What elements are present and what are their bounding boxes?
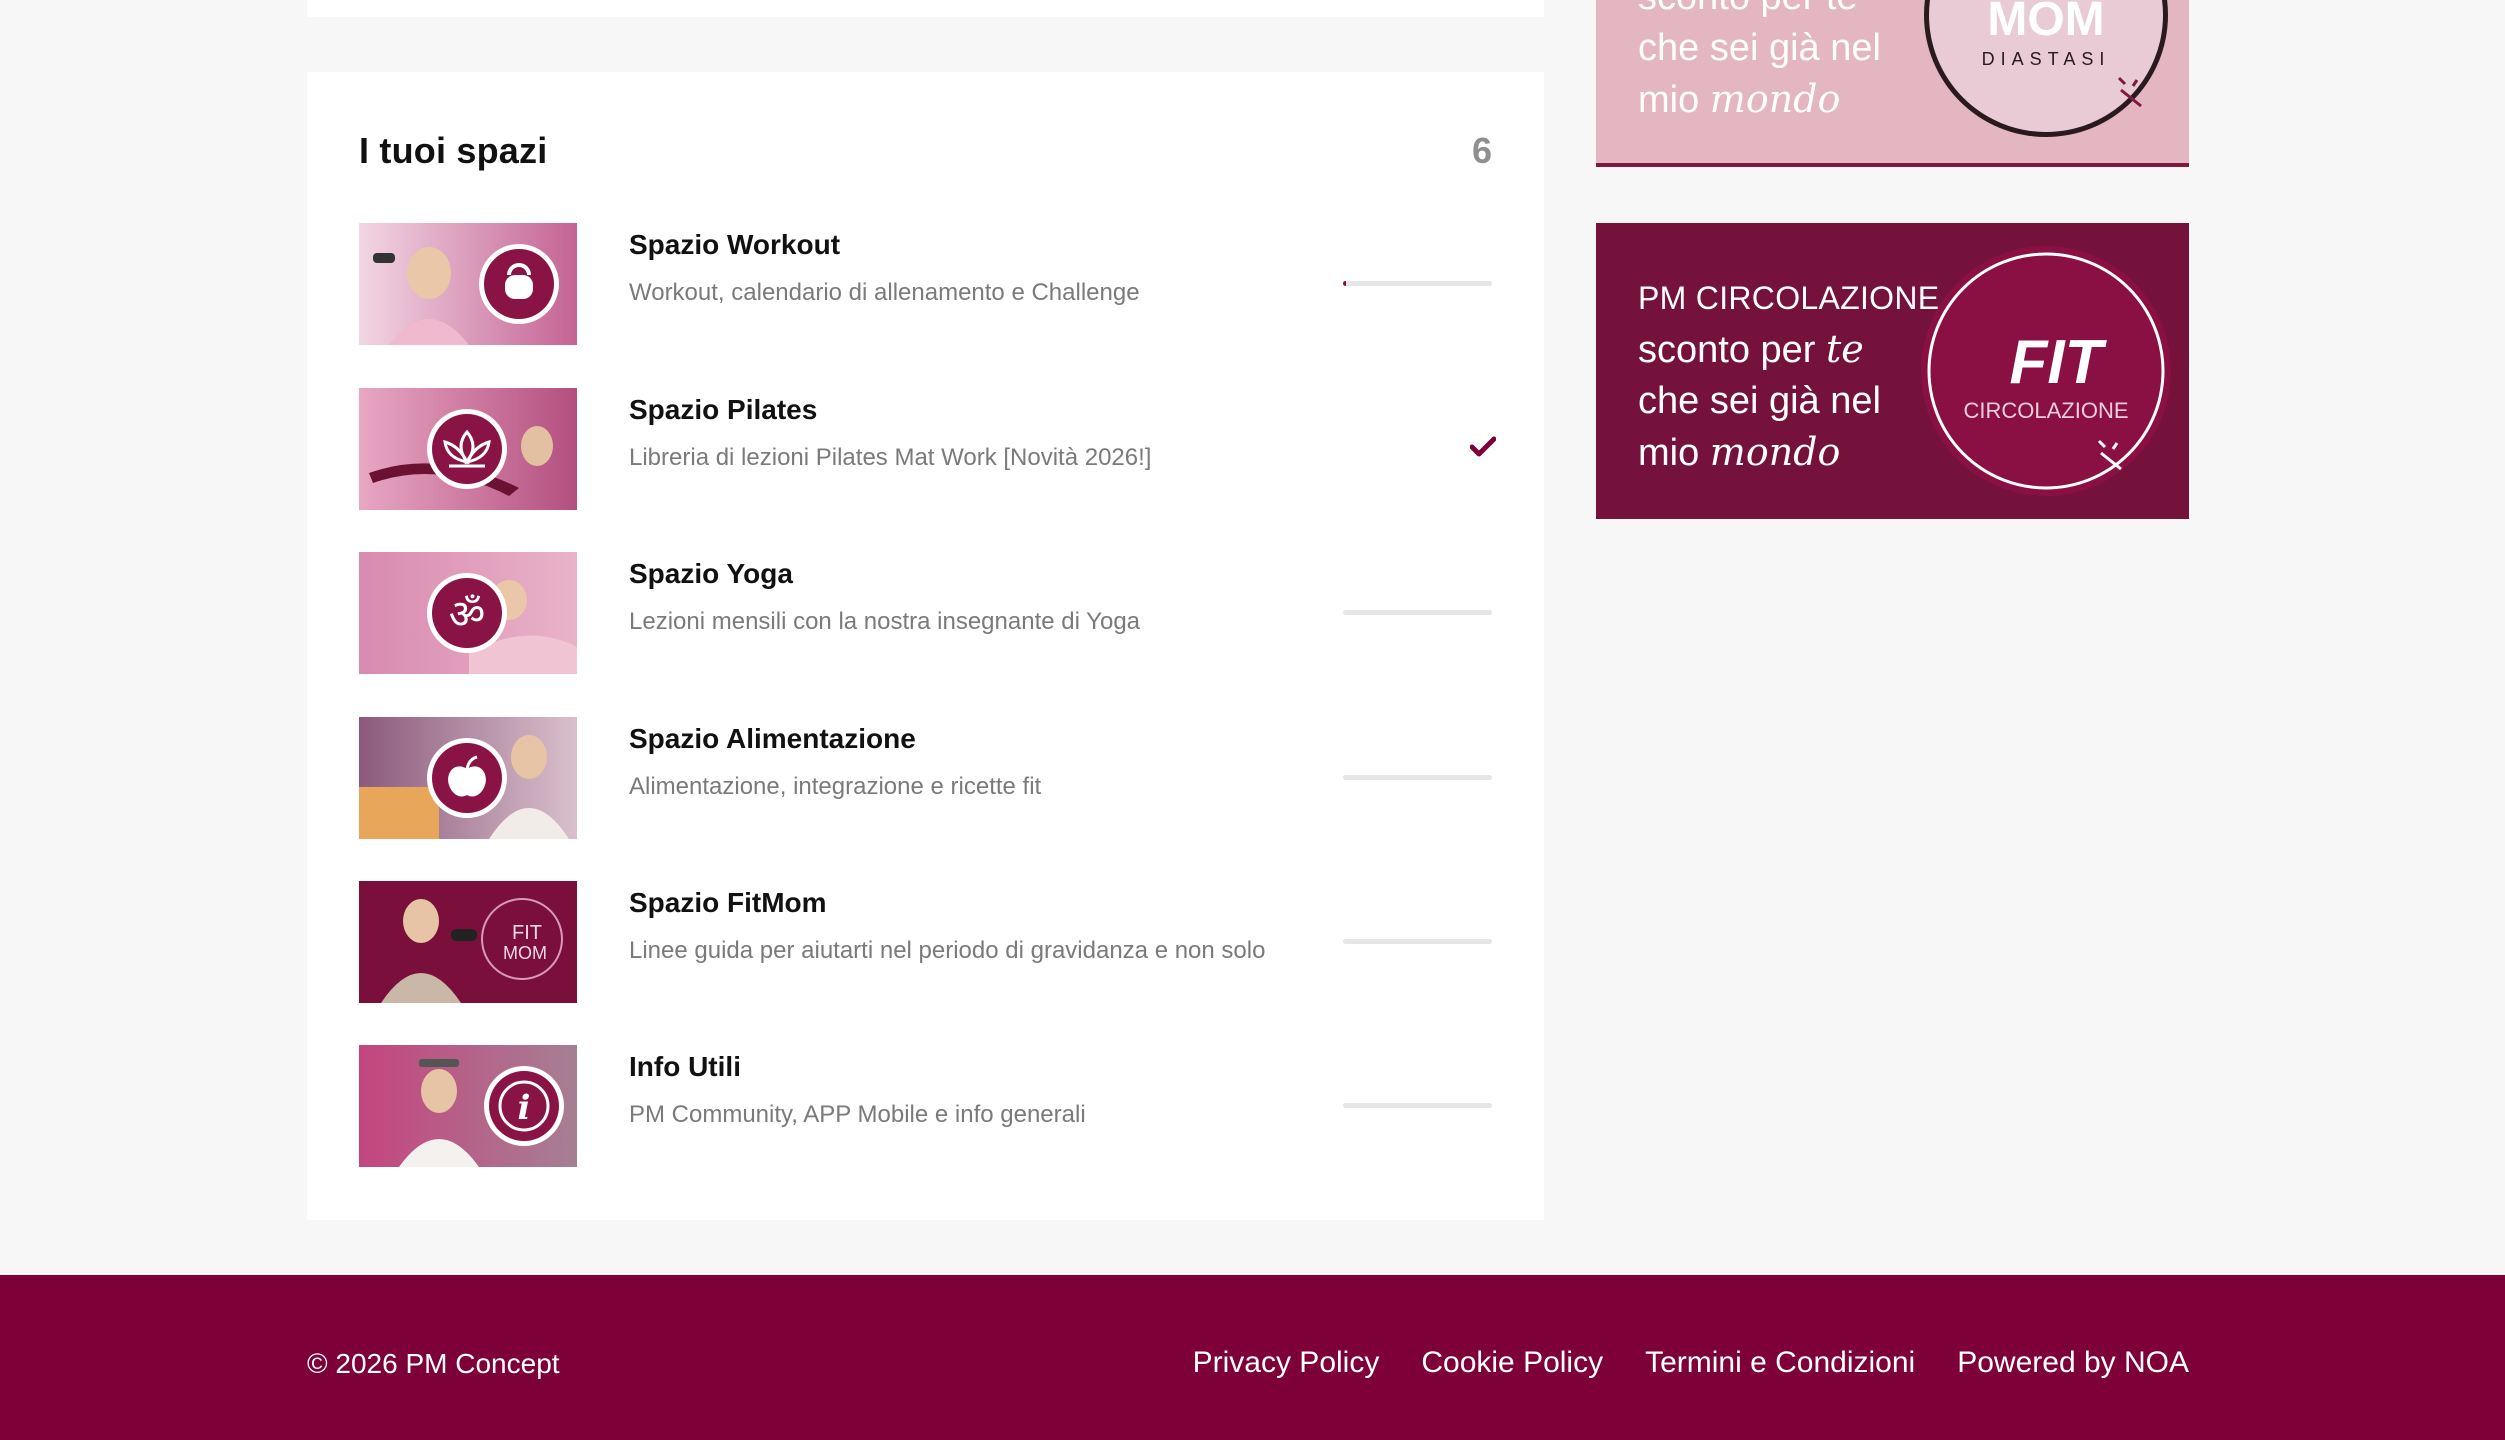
- banner-line: mio mondo: [1638, 430, 1841, 474]
- space-row-yoga[interactable]: ॐ Spazio Yoga Lezioni mensili con la nos…: [359, 552, 1492, 674]
- svg-text:FIT: FIT: [2010, 328, 2108, 397]
- mom-diastasi-logo-icon: MOM DIASTASI: [1924, 0, 2168, 137]
- space-row-pilates[interactable]: Spazio Pilates Libreria di lezioni Pilat…: [359, 388, 1496, 510]
- space-description: Lezioni mensili con la nostra insegnante…: [629, 608, 1141, 635]
- svg-text:CIRCOLAZIONE: CIRCOLAZIONE: [1963, 398, 2128, 423]
- banner-label: PM CIRCOLAZIONE: [1638, 280, 1940, 316]
- space-description: Alimentazione, integrazione e ricette fi…: [629, 773, 1042, 800]
- svg-text:MOM: MOM: [503, 943, 547, 963]
- space-thumbnail[interactable]: FIT MOM: [359, 881, 577, 1003]
- space-description: Linee guida per aiutarti nel periodo di …: [629, 937, 1266, 964]
- om-icon: ॐ: [449, 592, 485, 638]
- space-description: Workout, calendario di allenamento e Cha…: [629, 279, 1140, 306]
- space-thumbnail[interactable]: i: [359, 1045, 577, 1167]
- svg-text:DIASTASI: DIASTASI: [1982, 49, 2111, 69]
- space-row-alimentazione[interactable]: Spazio Alimentazione Alimentazione, inte…: [359, 717, 1492, 839]
- svg-text:i: i: [518, 1088, 531, 1128]
- footer: © 2026 PM Concept Privacy Policy Cookie …: [0, 1275, 2505, 1440]
- space-title[interactable]: Info Utili: [629, 1051, 741, 1083]
- banner-fit-circolazione[interactable]: PM CIRCOLAZIONE sconto per te che sei gi…: [1596, 223, 2189, 519]
- space-thumbnail[interactable]: [359, 717, 577, 839]
- space-row-info-utili[interactable]: i Info Utili PM Community, APP Mobile e …: [359, 1045, 1492, 1167]
- page: I tuoi spazi 6 Spazio Workout Workout, c…: [0, 0, 2505, 1440]
- terms-link[interactable]: Termini e Condizioni: [1645, 1346, 1915, 1380]
- footer-links: Privacy Policy Cookie Policy Termini e C…: [1193, 1346, 2189, 1380]
- space-progress-bar: [1343, 775, 1492, 780]
- banner-text: PM CIRCOLAZIONE sconto per te che sei gi…: [1638, 273, 1939, 479]
- banner-line: che sei già nel: [1638, 380, 1881, 422]
- banner-line: che sei già nel: [1638, 27, 1881, 69]
- svg-text:FIT: FIT: [512, 922, 542, 944]
- banner-text: sconto per te che sei già nel mio mondo: [1638, 0, 1881, 126]
- space-thumbnail[interactable]: [359, 223, 577, 345]
- space-progress-fill: [1343, 281, 1346, 286]
- space-progress-bar: [1343, 939, 1492, 944]
- space-title[interactable]: Spazio Alimentazione: [629, 723, 916, 755]
- svg-text:MOM: MOM: [1987, 0, 2104, 46]
- powered-by-link[interactable]: Powered by NOA: [1957, 1346, 2189, 1380]
- checkmark-icon: [1470, 436, 1496, 457]
- footer-copyright: © 2026 PM Concept: [307, 1348, 560, 1379]
- space-progress-bar: [1343, 281, 1492, 286]
- space-row-workout[interactable]: Spazio Workout Workout, calendario di al…: [359, 223, 1492, 345]
- space-title[interactable]: Spazio Yoga: [629, 558, 793, 590]
- space-description: Libreria di lezioni Pilates Mat Work [No…: [629, 444, 1152, 471]
- spaces-count: 6: [1471, 130, 1492, 171]
- space-row-fitmom[interactable]: FIT MOM Spazio FitMom Linee guida per ai…: [359, 881, 1492, 1003]
- banner-mom-diastasi[interactable]: sconto per te che sei già nel mio mondo …: [1596, 0, 2189, 167]
- spaces-card: I tuoi spazi 6 Spazio Workout Workout, c…: [307, 72, 1544, 1220]
- space-description: PM Community, APP Mobile e info generali: [629, 1101, 1086, 1128]
- space-title[interactable]: Spazio Pilates: [629, 394, 817, 426]
- banner-line: mio mondo: [1638, 77, 1841, 121]
- space-progress-bar: [1343, 1103, 1492, 1108]
- previous-card: [307, 0, 1544, 17]
- fit-circolazione-logo-icon: FIT CIRCOLAZIONE: [1921, 246, 2171, 496]
- banner-line: sconto per te: [1638, 327, 1864, 371]
- space-thumbnail[interactable]: ॐ: [359, 552, 577, 674]
- space-progress-bar: [1343, 610, 1492, 615]
- space-title[interactable]: Spazio FitMom: [629, 887, 827, 919]
- privacy-policy-link[interactable]: Privacy Policy: [1193, 1346, 1380, 1380]
- space-thumbnail[interactable]: [359, 388, 577, 510]
- spaces-title: I tuoi spazi: [359, 130, 548, 171]
- space-title[interactable]: Spazio Workout: [629, 229, 840, 261]
- banner-line: sconto per te: [1638, 0, 1881, 23]
- cookie-policy-link[interactable]: Cookie Policy: [1421, 1346, 1603, 1380]
